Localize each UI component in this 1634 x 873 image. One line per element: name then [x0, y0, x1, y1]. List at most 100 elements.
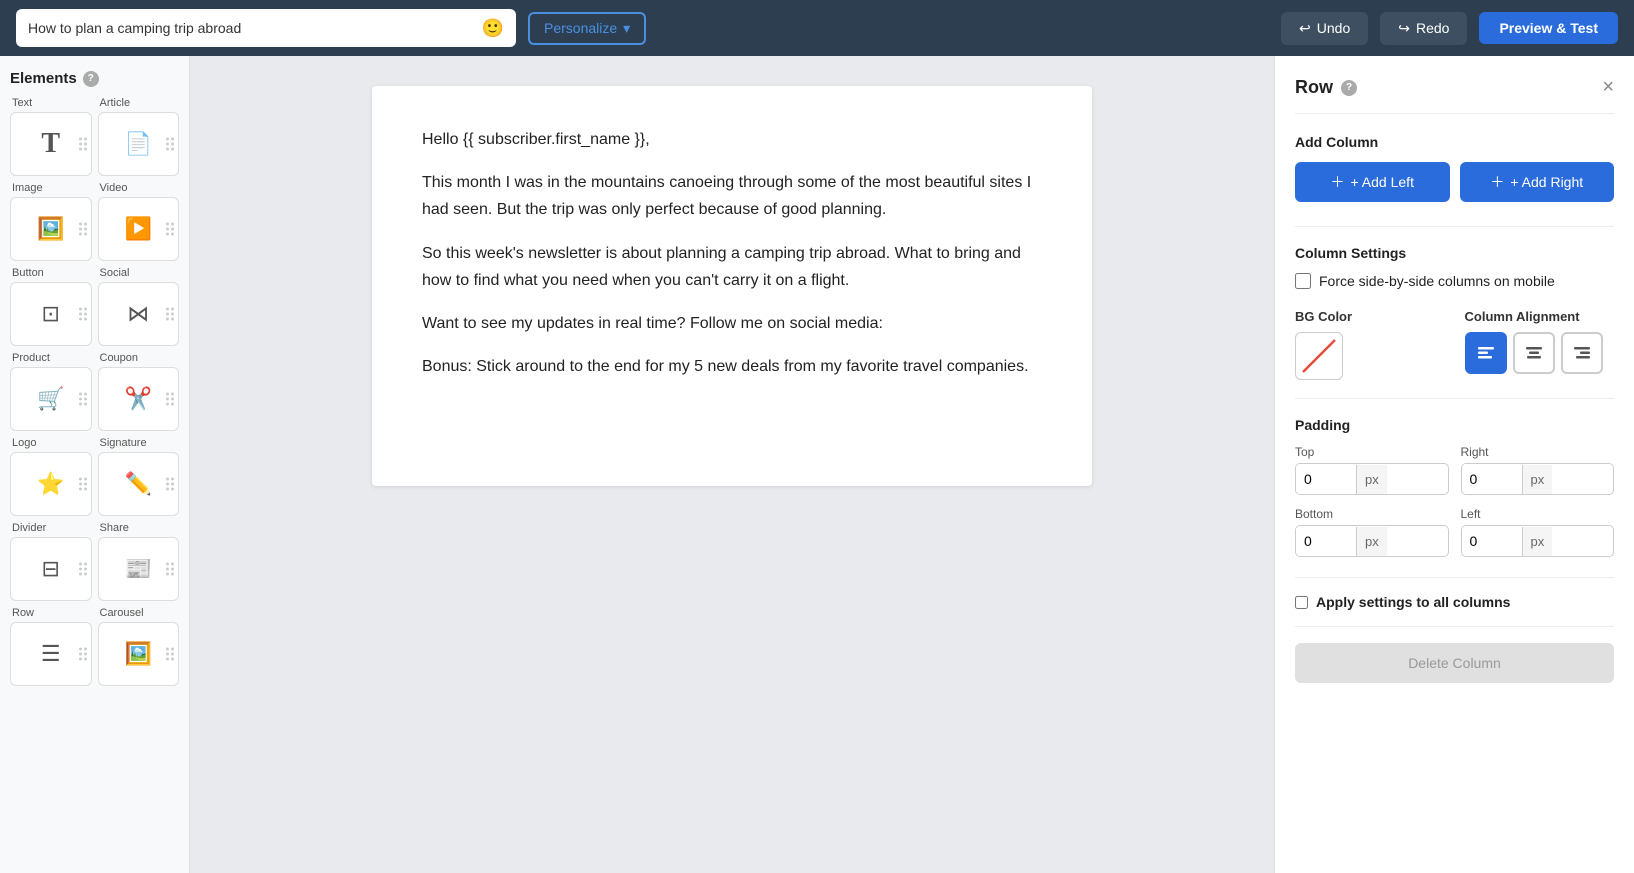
element-category-button: Button ⊡	[10, 267, 92, 346]
padding-left-field: Left 0 px	[1461, 507, 1615, 557]
elements-help-icon[interactable]: ?	[83, 71, 99, 87]
align-right-button[interactable]	[1561, 332, 1603, 374]
logo-element-card[interactable]: ⭐	[10, 452, 92, 516]
row-drag-handle	[79, 648, 87, 661]
row-help-icon[interactable]: ?	[1341, 80, 1357, 96]
email-paragraph-2: So this week's newsletter is about plann…	[422, 240, 1042, 294]
padding-right-input[interactable]: 0	[1462, 464, 1522, 494]
column-alignment-label: Column Alignment	[1465, 309, 1615, 324]
padding-bottom-input[interactable]: 0	[1296, 526, 1356, 556]
add-left-button[interactable]: ＋ + Add Left	[1295, 162, 1450, 202]
divider-icon: ⊟	[42, 556, 60, 582]
divider-element-card[interactable]: ⊟	[10, 537, 92, 601]
product-element-card[interactable]: 🛒	[10, 367, 92, 431]
add-right-button[interactable]: ＋ + Add Right	[1460, 162, 1615, 202]
force-columns-label: Force side-by-side columns on mobile	[1319, 273, 1555, 289]
text-element-card[interactable]: T	[10, 112, 92, 176]
social-label: Social	[98, 267, 180, 279]
signature-drag-handle	[166, 478, 174, 491]
preview-test-button[interactable]: Preview & Test	[1479, 12, 1618, 44]
bg-color-block: BG Color	[1295, 309, 1445, 380]
force-columns-checkbox[interactable]	[1295, 273, 1311, 289]
button-label: Button	[10, 267, 92, 279]
button-element-card[interactable]: ⊡	[10, 282, 92, 346]
element-category-text: Text T	[10, 97, 92, 176]
image-icon: 🖼️	[37, 216, 64, 242]
panel-close-button[interactable]: ×	[1602, 76, 1614, 99]
redo-button[interactable]: ↪ Redo	[1380, 12, 1467, 45]
share-element-card[interactable]: 📰	[98, 537, 180, 601]
padding-bottom-label: Bottom	[1295, 507, 1449, 521]
text-drag-handle	[79, 138, 87, 151]
sidebar: Elements ? Text T Article	[0, 56, 190, 873]
email-greeting: Hello {{ subscriber.first_name }},	[422, 126, 1042, 153]
row-label: Row	[10, 607, 92, 619]
element-category-product: Product 🛒	[10, 352, 92, 431]
emoji-icon[interactable]: 🙂	[482, 18, 504, 39]
carousel-element-card[interactable]: 🖼️	[98, 622, 180, 686]
logo-drag-handle	[79, 478, 87, 491]
panel-title: Row ?	[1295, 77, 1357, 98]
coupon-icon: ✂️	[125, 386, 152, 412]
carousel-label: Carousel	[98, 607, 180, 619]
panel-divider-1	[1295, 226, 1614, 227]
main-layout: Elements ? Text T Article	[0, 56, 1634, 873]
image-drag-handle	[79, 223, 87, 236]
image-element-card[interactable]: 🖼️	[10, 197, 92, 261]
apply-all-checkbox[interactable]	[1295, 596, 1308, 609]
undo-icon: ↩	[1299, 20, 1311, 37]
padding-left-input[interactable]: 0	[1462, 526, 1522, 556]
button-drag-handle	[79, 308, 87, 321]
panel-divider-2	[1295, 398, 1614, 399]
sidebar-title: Elements ?	[10, 70, 179, 87]
article-element-card[interactable]: 📄	[98, 112, 180, 176]
apply-all-label: Apply settings to all columns	[1316, 594, 1510, 610]
share-icon: 📰	[125, 556, 152, 582]
product-drag-handle	[79, 393, 87, 406]
padding-right-label: Right	[1461, 445, 1615, 459]
coupon-element-card[interactable]: ✂️	[98, 367, 180, 431]
column-settings-title: Column Settings	[1295, 245, 1614, 261]
padding-right-unit: px	[1522, 465, 1553, 494]
element-category-share: Share 📰	[98, 522, 180, 601]
row-icon: ☰	[41, 641, 61, 667]
text-icon: T	[41, 128, 60, 160]
row-element-card[interactable]: ☰	[10, 622, 92, 686]
bg-color-swatch[interactable]	[1295, 332, 1343, 380]
element-category-signature: Signature ✏️	[98, 437, 180, 516]
padding-top-input[interactable]: 0	[1296, 464, 1356, 494]
align-right-icon	[1572, 343, 1592, 363]
element-category-carousel: Carousel 🖼️	[98, 607, 180, 686]
align-left-button[interactable]	[1465, 332, 1507, 374]
signature-icon: ✏️	[125, 471, 152, 497]
element-category-video: Video ▶️	[98, 182, 180, 261]
subject-input-wrap: How to plan a camping trip abroad 🙂	[16, 9, 516, 47]
product-label: Product	[10, 352, 92, 364]
coupon-drag-handle	[166, 393, 174, 406]
social-element-card[interactable]: ⋈	[98, 282, 180, 346]
padding-bottom-unit: px	[1356, 527, 1387, 556]
carousel-icon: 🖼️	[125, 641, 152, 667]
video-drag-handle	[166, 223, 174, 236]
product-icon: 🛒	[37, 386, 64, 412]
padding-left-label: Left	[1461, 507, 1615, 521]
subject-input[interactable]: How to plan a camping trip abroad	[28, 20, 474, 36]
undo-button[interactable]: ↩ Undo	[1281, 12, 1368, 45]
button-icon: ⊡	[42, 301, 60, 327]
video-label: Video	[98, 182, 180, 194]
personalize-button[interactable]: Personalize ▾	[528, 12, 646, 45]
delete-column-button[interactable]: Delete Column	[1295, 643, 1614, 683]
align-center-button[interactable]	[1513, 332, 1555, 374]
signature-element-card[interactable]: ✏️	[98, 452, 180, 516]
element-grid: Text T Article 📄	[10, 97, 179, 686]
bg-color-label: BG Color	[1295, 309, 1445, 324]
divider-label: Divider	[10, 522, 92, 534]
share-label: Share	[98, 522, 180, 534]
bg-align-row: BG Color Column Alignment	[1295, 309, 1614, 380]
padding-top-unit: px	[1356, 465, 1387, 494]
padding-right-field: Right 0 px	[1461, 445, 1615, 495]
element-category-logo: Logo ⭐	[10, 437, 92, 516]
redo-icon: ↪	[1398, 20, 1410, 37]
video-element-card[interactable]: ▶️	[98, 197, 180, 261]
topbar: How to plan a camping trip abroad 🙂 Pers…	[0, 0, 1634, 56]
